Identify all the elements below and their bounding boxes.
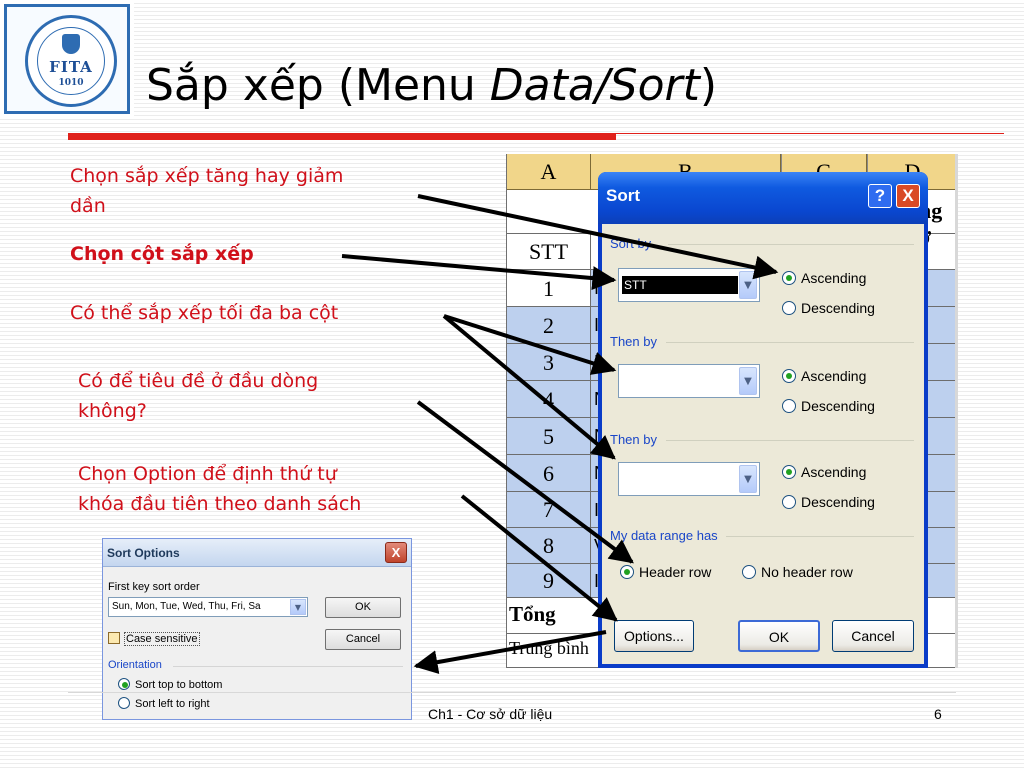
arrow-options-button [460, 494, 618, 622]
arrow-to-options-dialog [413, 630, 607, 675]
page-number: 6 [934, 706, 942, 722]
arrow-then-by-1 [443, 314, 617, 375]
arrow-ascending [417, 194, 779, 280]
arrow-header-row [416, 400, 634, 564]
footer-text: Ch1 - Cơ sở dữ liệu [428, 706, 553, 722]
annotation-arrows [341, 194, 779, 675]
arrow-then-by-2 [442, 314, 616, 460]
arrow-sort-by [341, 254, 617, 291]
footer-line [68, 692, 956, 693]
